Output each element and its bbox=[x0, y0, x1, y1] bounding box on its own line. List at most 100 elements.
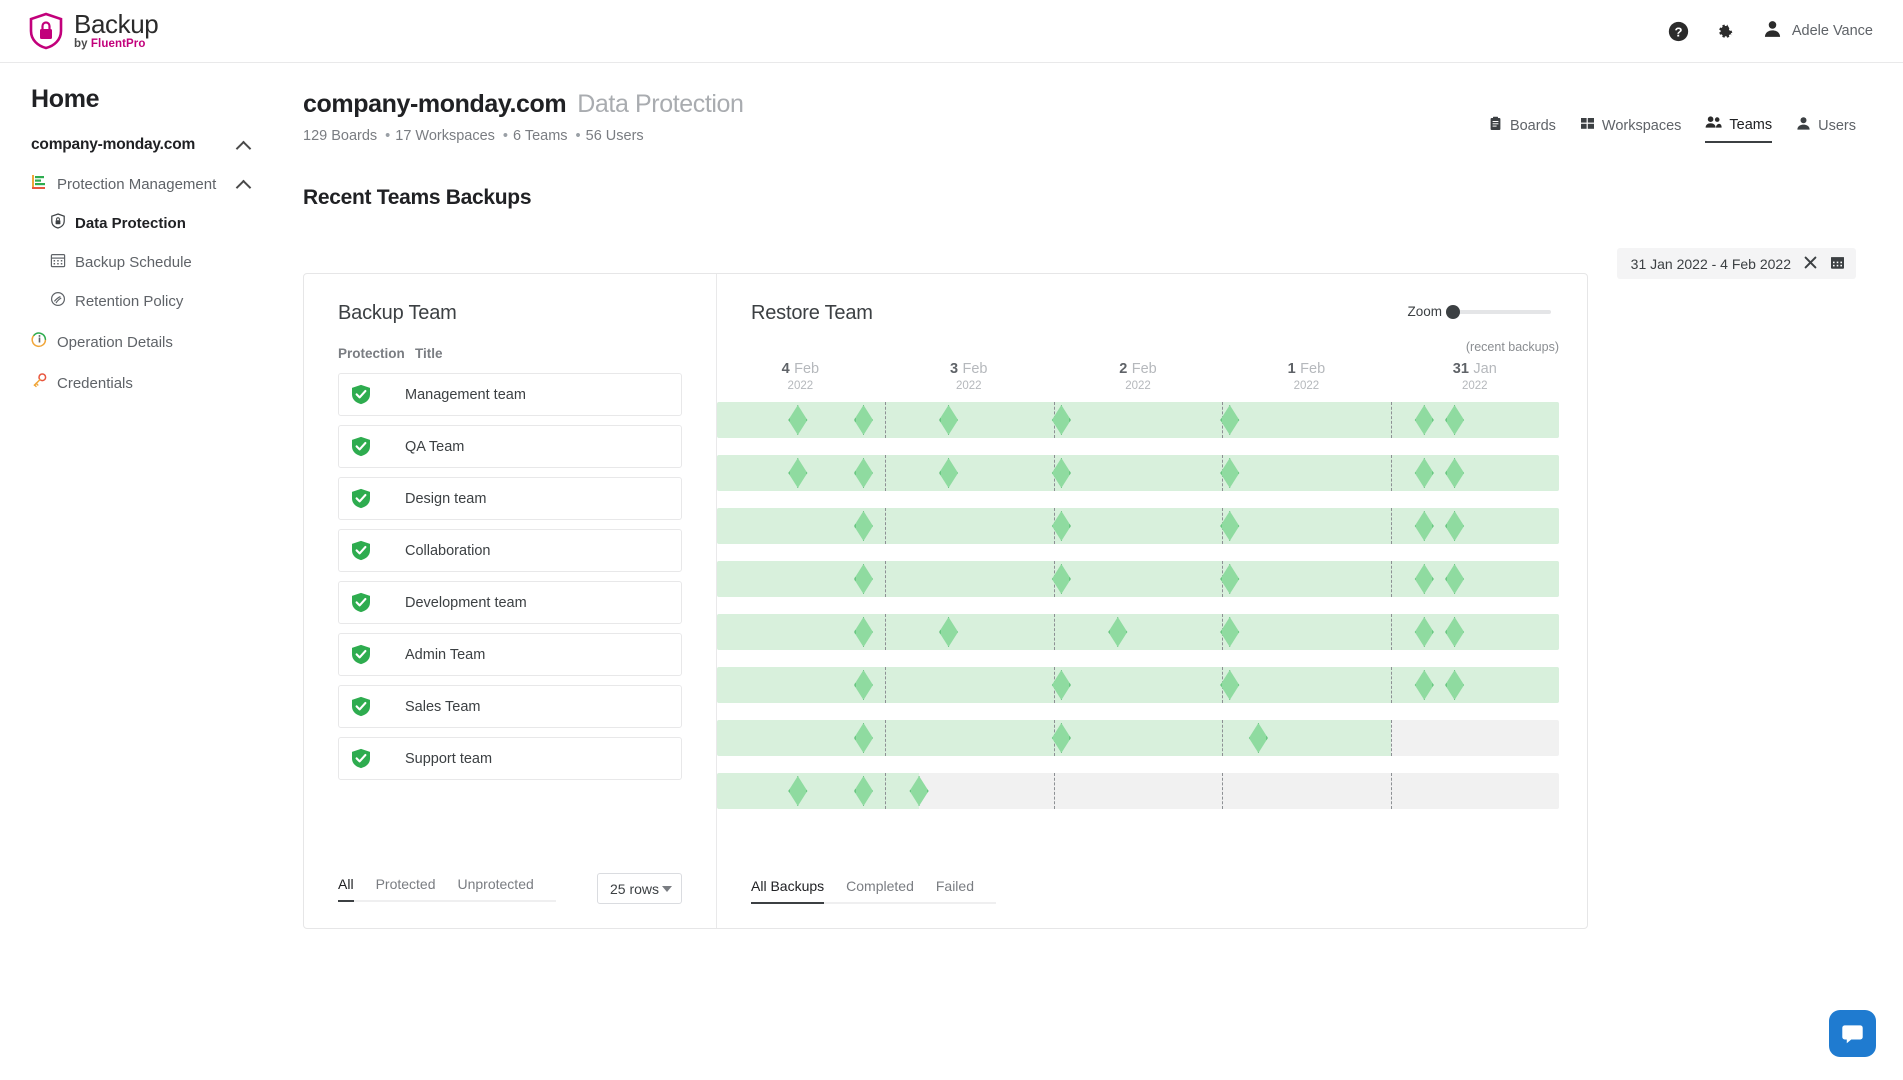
timeline-row[interactable] bbox=[717, 455, 1559, 491]
timeline: 4 Feb 2022 3 Feb 2022 2 Feb 2022 1 Feb 2022 31 J… bbox=[717, 360, 1559, 826]
person-icon bbox=[1796, 116, 1811, 135]
timeline-day-separator bbox=[1222, 720, 1224, 756]
shield-check-icon bbox=[339, 540, 383, 561]
filter-tab-protected[interactable]: Protected bbox=[376, 876, 436, 900]
tick-year: 2022 bbox=[955, 380, 982, 392]
tick-month: Jan bbox=[1473, 361, 1497, 377]
table-row[interactable]: Management team bbox=[338, 373, 682, 416]
sidebar-item-credentials[interactable]: Credentials bbox=[0, 372, 277, 394]
sidebar-item-label: Credentials bbox=[57, 374, 133, 392]
filter-tab-all[interactable]: All bbox=[338, 876, 354, 902]
tick-day: 4 bbox=[781, 361, 790, 377]
sidebar-item-label: Operation Details bbox=[57, 333, 173, 351]
close-icon[interactable] bbox=[1804, 256, 1817, 272]
timeline-day-separator bbox=[884, 614, 886, 650]
restore-tab-failed[interactable]: Failed bbox=[936, 878, 974, 902]
chevron-up-icon[interactable] bbox=[237, 180, 251, 189]
sidebar-item-data-protection[interactable]: Data Protection bbox=[0, 213, 277, 234]
info-circle-icon bbox=[31, 331, 48, 353]
table-row[interactable]: QA Team bbox=[338, 425, 682, 468]
timeline-row[interactable] bbox=[717, 720, 1559, 756]
timeline-day-separator bbox=[1390, 561, 1392, 597]
timeline-row[interactable] bbox=[717, 667, 1559, 703]
tab-label: Workspaces bbox=[1601, 117, 1682, 134]
sidebar-item-backup-schedule[interactable]: Backup Schedule bbox=[0, 252, 277, 273]
rows-per-page-select[interactable]: 25 rows bbox=[597, 873, 682, 904]
tick-year: 2022 bbox=[787, 380, 814, 392]
table-row[interactable]: Collaboration bbox=[338, 529, 682, 572]
timeline-day-separator bbox=[1053, 773, 1055, 809]
tab-users[interactable]: Users bbox=[1796, 116, 1856, 142]
protection-management-icon bbox=[31, 173, 48, 195]
shield-check-icon bbox=[339, 436, 383, 457]
timeline-day-separator bbox=[1053, 614, 1055, 650]
rows-per-page-value: 25 rows bbox=[610, 880, 660, 897]
filter-tab-unprotected[interactable]: Unprotected bbox=[458, 876, 534, 900]
table-row[interactable]: Sales Team bbox=[338, 685, 682, 728]
timeline-day-separator bbox=[1390, 614, 1392, 650]
timeline-row[interactable] bbox=[717, 561, 1559, 597]
timeline-day-separator bbox=[1390, 508, 1392, 544]
sidebar: Home company-monday.com Protection Manag… bbox=[0, 63, 277, 1080]
stat-users: 56 Users bbox=[585, 128, 644, 144]
tick-day: 1 bbox=[1287, 361, 1296, 377]
restore-tab-completed[interactable]: Completed bbox=[846, 878, 914, 902]
table-row[interactable]: Admin Team bbox=[338, 633, 682, 676]
sidebar-item-retention-policy[interactable]: Retention Policy bbox=[0, 291, 277, 312]
timeline-coverage bbox=[717, 773, 920, 809]
chevron-up-icon[interactable] bbox=[237, 141, 251, 150]
person-icon bbox=[1762, 18, 1783, 44]
calendar-icon bbox=[50, 252, 66, 273]
entity-tabs: Boards Workspaces Teams Users bbox=[1488, 115, 1856, 143]
restore-tab-all-backups[interactable]: All Backups bbox=[751, 878, 825, 904]
table-row[interactable]: Design team bbox=[338, 477, 682, 520]
sidebar-item-company-root[interactable]: company-monday.com bbox=[0, 136, 277, 154]
team-name: Admin Team bbox=[405, 646, 486, 663]
shield-lock-icon bbox=[50, 213, 66, 234]
timeline-day-separator bbox=[1390, 455, 1392, 491]
page-title: company-monday.com bbox=[303, 90, 567, 118]
sidebar-item-operation-details[interactable]: Operation Details bbox=[0, 331, 277, 353]
app-vendor: by FluentPro bbox=[74, 38, 146, 51]
app-logo[interactable]: Backup by FluentPro bbox=[28, 9, 159, 51]
timeline-day-separator bbox=[1222, 773, 1224, 809]
gear-icon[interactable] bbox=[1715, 21, 1736, 42]
backup-team-title: Backup Team bbox=[338, 302, 457, 324]
table-row[interactable]: Development team bbox=[338, 581, 682, 624]
timeline-row[interactable] bbox=[717, 614, 1559, 650]
tick-day: 3 bbox=[949, 361, 959, 377]
top-bar-actions: ? Adele Vance bbox=[1668, 18, 1873, 44]
tab-boards[interactable]: Boards bbox=[1488, 116, 1556, 142]
svg-text:?: ? bbox=[1674, 24, 1682, 39]
restore-panel-footer: All Backups Completed Failed bbox=[717, 878, 1587, 928]
column-title: Title bbox=[415, 346, 443, 361]
shield-check-icon bbox=[339, 748, 383, 769]
timeline-row[interactable] bbox=[717, 402, 1559, 438]
tab-workspaces[interactable]: Workspaces bbox=[1580, 116, 1682, 142]
team-name: Sales Team bbox=[405, 698, 481, 715]
timeline-day-separator bbox=[884, 508, 886, 544]
timeline-tick: 1 Feb 2022 bbox=[1288, 360, 1326, 392]
backup-filter-tabs: All Protected Unprotected bbox=[338, 876, 556, 902]
sidebar-root-label: company-monday.com bbox=[31, 136, 196, 153]
table-row[interactable]: Support team bbox=[338, 737, 682, 780]
help-circle-icon[interactable]: ? bbox=[1668, 21, 1689, 42]
zoom-slider[interactable] bbox=[1446, 304, 1551, 319]
user-menu[interactable]: Adele Vance bbox=[1762, 18, 1873, 44]
tab-teams[interactable]: Teams bbox=[1705, 115, 1773, 143]
timeline-row[interactable] bbox=[717, 773, 1559, 809]
retention-icon bbox=[50, 291, 66, 312]
backup-team-panel: Backup Team Protection Title Management … bbox=[304, 274, 717, 928]
calendar-icon[interactable] bbox=[1830, 255, 1845, 273]
chat-widget-button[interactable] bbox=[1829, 1010, 1876, 1057]
tab-label: Boards bbox=[1509, 117, 1556, 134]
sidebar-group-protection-management[interactable]: Protection Management bbox=[0, 173, 277, 195]
team-name: Support team bbox=[405, 750, 493, 767]
stat-workspaces: 17 Workspaces bbox=[395, 128, 495, 144]
backup-restore-panel: Backup Team Protection Title Management … bbox=[303, 273, 1588, 929]
top-bar: Backup by FluentPro ? Adele Vance bbox=[0, 0, 1903, 63]
app-title: Backup bbox=[74, 9, 159, 40]
panels-area: Backup Team Protection Title Management … bbox=[277, 273, 1863, 929]
timeline-row[interactable] bbox=[717, 508, 1559, 544]
zoom-slider-handle[interactable] bbox=[1446, 304, 1460, 319]
